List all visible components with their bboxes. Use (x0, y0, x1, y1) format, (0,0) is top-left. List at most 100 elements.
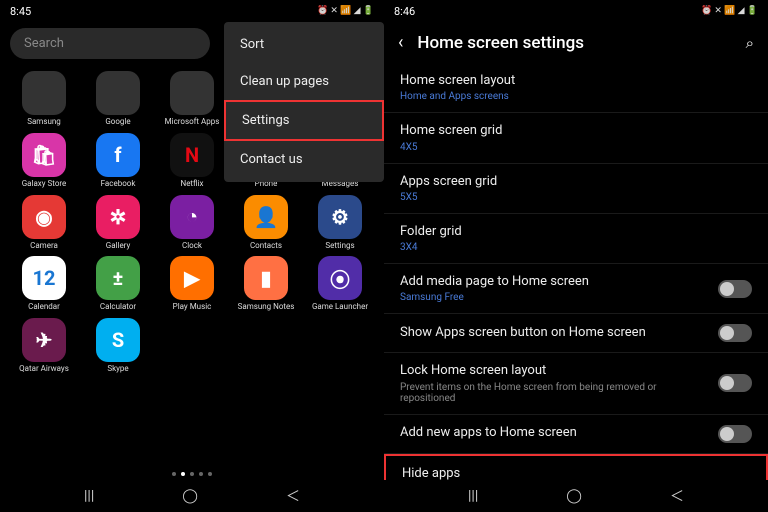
setting-hide-apps[interactable]: Hide apps (384, 454, 768, 481)
app-icon (96, 71, 140, 115)
app-clock[interactable]: ◔ Clock (156, 195, 228, 251)
app-netflix[interactable]: N Netflix (156, 133, 228, 189)
back-icon[interactable]: ‹ (398, 32, 403, 53)
app-label: Gallery (106, 242, 131, 251)
app-samsung[interactable]: Samsung (8, 71, 80, 127)
menu-clean-up-pages[interactable]: Clean up pages (224, 63, 384, 100)
setting-subtitle: 3X4 (400, 242, 752, 253)
app-label: Camera (30, 242, 58, 251)
setting-title: Add media page to Home screen (400, 274, 706, 290)
app-game-launcher[interactable]: ⦿Game Launcher (304, 256, 376, 312)
app-calculator[interactable]: ± Calculator (82, 256, 154, 312)
nav-home[interactable]: ◯ (566, 488, 582, 504)
phone-right: 8:46 ⏰ ✕ 📶 ◢ 🔋 ‹ Home screen settings ⌕ … (384, 0, 768, 512)
nav-recent[interactable]: ||| (468, 488, 478, 504)
search-input[interactable]: Search (10, 28, 210, 59)
setting-title: Add new apps to Home screen (400, 425, 706, 441)
setting-folder-grid[interactable]: Folder grid 3X4 (384, 214, 768, 264)
app-label: Netflix (180, 180, 203, 189)
app-microsoft-apps[interactable]: Microsoft Apps (156, 71, 228, 127)
app-label: Facebook (101, 180, 136, 189)
setting-home-screen-layout[interactable]: Home screen layout Home and Apps screens (384, 63, 768, 113)
toggle-switch[interactable] (718, 374, 752, 392)
app-icon: f (96, 133, 140, 177)
setting-title: Home screen layout (400, 73, 752, 89)
app-label: Skype (107, 365, 128, 374)
context-menu: SortClean up pagesSettingsContact us (224, 22, 384, 182)
app-label: Calendar (28, 303, 60, 312)
app-icon: 🛍 (22, 133, 66, 177)
nav-home[interactable]: ◯ (182, 488, 198, 504)
setting-title: Apps screen grid (400, 174, 752, 190)
setting-subtitle: 5X5 (400, 192, 752, 203)
setting-add-media-page-to-home-screen[interactable]: Add media page to Home screen Samsung Fre… (384, 264, 768, 314)
app-label: Settings (325, 242, 354, 251)
app-contacts[interactable]: 👤 Contacts (230, 195, 302, 251)
menu-contact-us[interactable]: Contact us (224, 141, 384, 178)
app-camera[interactable]: ◉ Camera (8, 195, 80, 251)
setting-lock-home-screen-layout[interactable]: Lock Home screen layoutPrevent items on … (384, 353, 768, 414)
setting-title: Home screen grid (400, 123, 752, 139)
setting-title: Folder grid (400, 224, 752, 240)
nav-bar: ||| ◯ ＜ (0, 480, 384, 512)
status-icons: ⏰ ✕ 📶 ◢ 🔋 (701, 6, 758, 16)
app-icon (170, 71, 214, 115)
app-icon: ⚙ (318, 195, 362, 239)
search-icon[interactable]: ⌕ (746, 34, 754, 52)
settings-header: ‹ Home screen settings ⌕ (384, 22, 768, 63)
nav-recent[interactable]: ||| (84, 488, 94, 504)
app-label: Calculator (100, 303, 136, 312)
menu-settings[interactable]: Settings (224, 100, 384, 141)
setting-apps-screen-grid[interactable]: Apps screen grid 5X5 (384, 164, 768, 214)
app-label: Samsung (27, 118, 61, 127)
app-icon: ◉ (22, 195, 66, 239)
setting-add-new-apps-to-home-screen[interactable]: Add new apps to Home screen (384, 415, 768, 454)
app-icon: ▶ (170, 256, 214, 300)
app-facebook[interactable]: f Facebook (82, 133, 154, 189)
app-label: Clock (182, 242, 202, 251)
settings-list: Home screen layoutHome and Apps screensH… (384, 63, 768, 480)
toggle-switch[interactable] (718, 280, 752, 298)
app-play-music[interactable]: ▶ Play Music (156, 256, 228, 312)
app-calendar[interactable]: 12 Calendar (8, 256, 80, 312)
app-label: Galaxy Store (22, 180, 67, 189)
nav-back[interactable]: ＜ (286, 486, 300, 506)
toggle-switch[interactable] (718, 324, 752, 342)
setting-home-screen-grid[interactable]: Home screen grid 4X5 (384, 113, 768, 163)
app-label: Play Music (173, 303, 212, 312)
app-icon: 12 (22, 256, 66, 300)
app-icon: ▮ (244, 256, 288, 300)
toggle-switch[interactable] (718, 425, 752, 443)
app-settings[interactable]: ⚙ Settings (304, 195, 376, 251)
app-galaxy-store[interactable]: 🛍 Galaxy Store (8, 133, 80, 189)
app-qatar-airways[interactable]: ✈Qatar Airways (8, 318, 80, 374)
setting-subtitle: 4X5 (400, 142, 752, 153)
app-label: Contacts (250, 242, 282, 251)
setting-subtitle: Samsung Free (400, 292, 706, 303)
app-skype[interactable]: SSkype (82, 318, 154, 374)
statusbar: 8:45 ⏰ ✕ 📶 ◢ 🔋 (0, 0, 384, 22)
app-icon: ✈ (22, 318, 66, 362)
app-gallery[interactable]: ✲Gallery (82, 195, 154, 251)
app-icon (22, 71, 66, 115)
app-samsung-notes[interactable]: ▮Samsung Notes (230, 256, 302, 312)
app-label: Game Launcher (312, 303, 368, 312)
app-icon: 👤 (244, 195, 288, 239)
menu-sort[interactable]: Sort (224, 26, 384, 63)
app-icon: ± (96, 256, 140, 300)
nav-bar: ||| ◯ ＜ (384, 480, 768, 512)
phone-left: 8:45 ⏰ ✕ 📶 ◢ 🔋 Search Samsung Google Micro… (0, 0, 384, 512)
app-icon: N (170, 133, 214, 177)
page-title: Home screen settings (417, 33, 731, 53)
setting-show-apps-screen-button-on-home-screen[interactable]: Show Apps screen button on Home screen (384, 314, 768, 353)
app-label: Microsoft Apps (165, 118, 220, 127)
setting-subtitle: Prevent items on the Home screen from be… (400, 382, 706, 404)
setting-subtitle: Home and Apps screens (400, 91, 752, 102)
nav-back[interactable]: ＜ (670, 486, 684, 506)
clock: 8:46 (394, 5, 415, 18)
clock: 8:45 (10, 5, 31, 18)
page-indicator[interactable] (0, 468, 384, 480)
setting-title: Hide apps (402, 466, 750, 481)
app-google[interactable]: Google (82, 71, 154, 127)
app-icon: ◔ (170, 195, 214, 239)
